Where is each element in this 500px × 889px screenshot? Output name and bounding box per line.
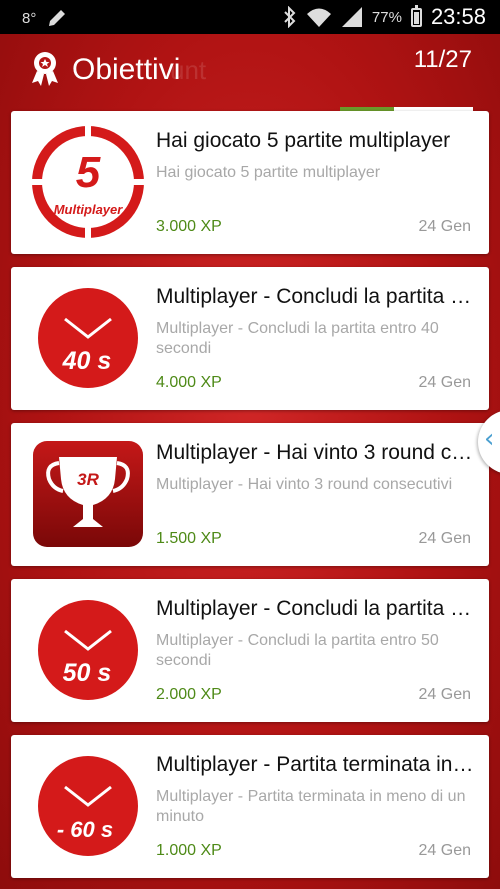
trophy-3r-icon: 3R	[33, 441, 143, 547]
achievement-xp: 1.000 XP	[156, 842, 222, 859]
badge-label: 40 s	[62, 347, 112, 375]
badge-label: Multiplayer	[54, 202, 124, 217]
achievement-title: Multiplayer - Concludi la partita entro …	[156, 285, 476, 308]
achievement-card[interactable]: 50 s Multiplayer - Concludi la partita e…	[11, 579, 489, 722]
achievement-date: 24 Gen	[418, 218, 471, 235]
badge-label: 50 s	[63, 659, 112, 687]
timer-60s-icon: - 60 s	[38, 756, 138, 856]
signal-icon	[341, 7, 362, 27]
multiplayer-5-icon: 5 Multiplayer	[32, 126, 144, 238]
achievement-description: Multiplayer - Hai vinto 3 round consecut…	[156, 476, 453, 493]
achievement-description: Multiplayer - Concludi la partita entro …	[156, 320, 439, 357]
wifi-icon	[306, 8, 331, 27]
achievement-card[interactable]: 3R Multiplayer - Hai vinto 3 round conse…	[11, 423, 489, 566]
achievement-title: Multiplayer - Hai vinto 3 round consecut…	[156, 441, 476, 464]
page-title: Obiettivi	[72, 53, 181, 86]
achievement-card[interactable]: 5 Multiplayer Hai giocato 5 partite mult…	[11, 111, 489, 254]
battery-percent: 77%	[371, 8, 402, 26]
pencil-icon	[49, 10, 66, 26]
app-header: unt Obiettivi 11/27	[0, 34, 500, 113]
timer-40s-icon: 40 s	[38, 288, 138, 388]
achievement-date: 24 Gen	[418, 686, 471, 703]
achievement-title: Multiplayer - Concludi la partita entro …	[156, 597, 476, 620]
clock: 23:58	[430, 4, 486, 29]
achievement-date: 24 Gen	[418, 530, 471, 547]
achievement-xp: 4.000 XP	[156, 374, 222, 391]
achievement-progress-text: 11/27	[413, 46, 472, 73]
achievement-xp: 1.500 XP	[156, 530, 222, 547]
achievement-date: 24 Gen	[418, 374, 471, 391]
notification-temperature: 8°	[22, 9, 37, 27]
achievement-description: Multiplayer - Partita terminata in meno …	[156, 788, 466, 825]
badge-number: 5	[76, 148, 101, 197]
achievement-description: Hai giocato 5 partite multiplayer	[156, 164, 381, 181]
status-bar: 8° 77% 23:58	[0, 0, 500, 34]
achievement-description: Multiplayer - Concludi la partita entro …	[156, 632, 439, 669]
badge-label: 3R	[77, 470, 99, 489]
achievement-card[interactable]: - 60 s Multiplayer - Partita terminata i…	[11, 735, 489, 878]
achievement-title: Hai giocato 5 partite multiplayer	[156, 129, 451, 152]
chevron-left-icon: ‹	[484, 424, 495, 454]
achievement-xp: 2.000 XP	[156, 686, 222, 703]
achievement-xp: 3.000 XP	[156, 218, 222, 235]
achievement-date: 24 Gen	[418, 842, 471, 859]
achievement-card[interactable]: 40 s Multiplayer - Concludi la partita e…	[11, 267, 489, 410]
battery-icon	[410, 4, 422, 27]
achievement-ribbon-icon[interactable]	[28, 50, 62, 86]
achievement-title: Multiplayer - Partita terminata in meno …	[156, 753, 476, 776]
timer-50s-icon: 50 s	[38, 600, 138, 700]
bluetooth-icon	[284, 6, 296, 28]
badge-label: - 60 s	[57, 817, 113, 842]
